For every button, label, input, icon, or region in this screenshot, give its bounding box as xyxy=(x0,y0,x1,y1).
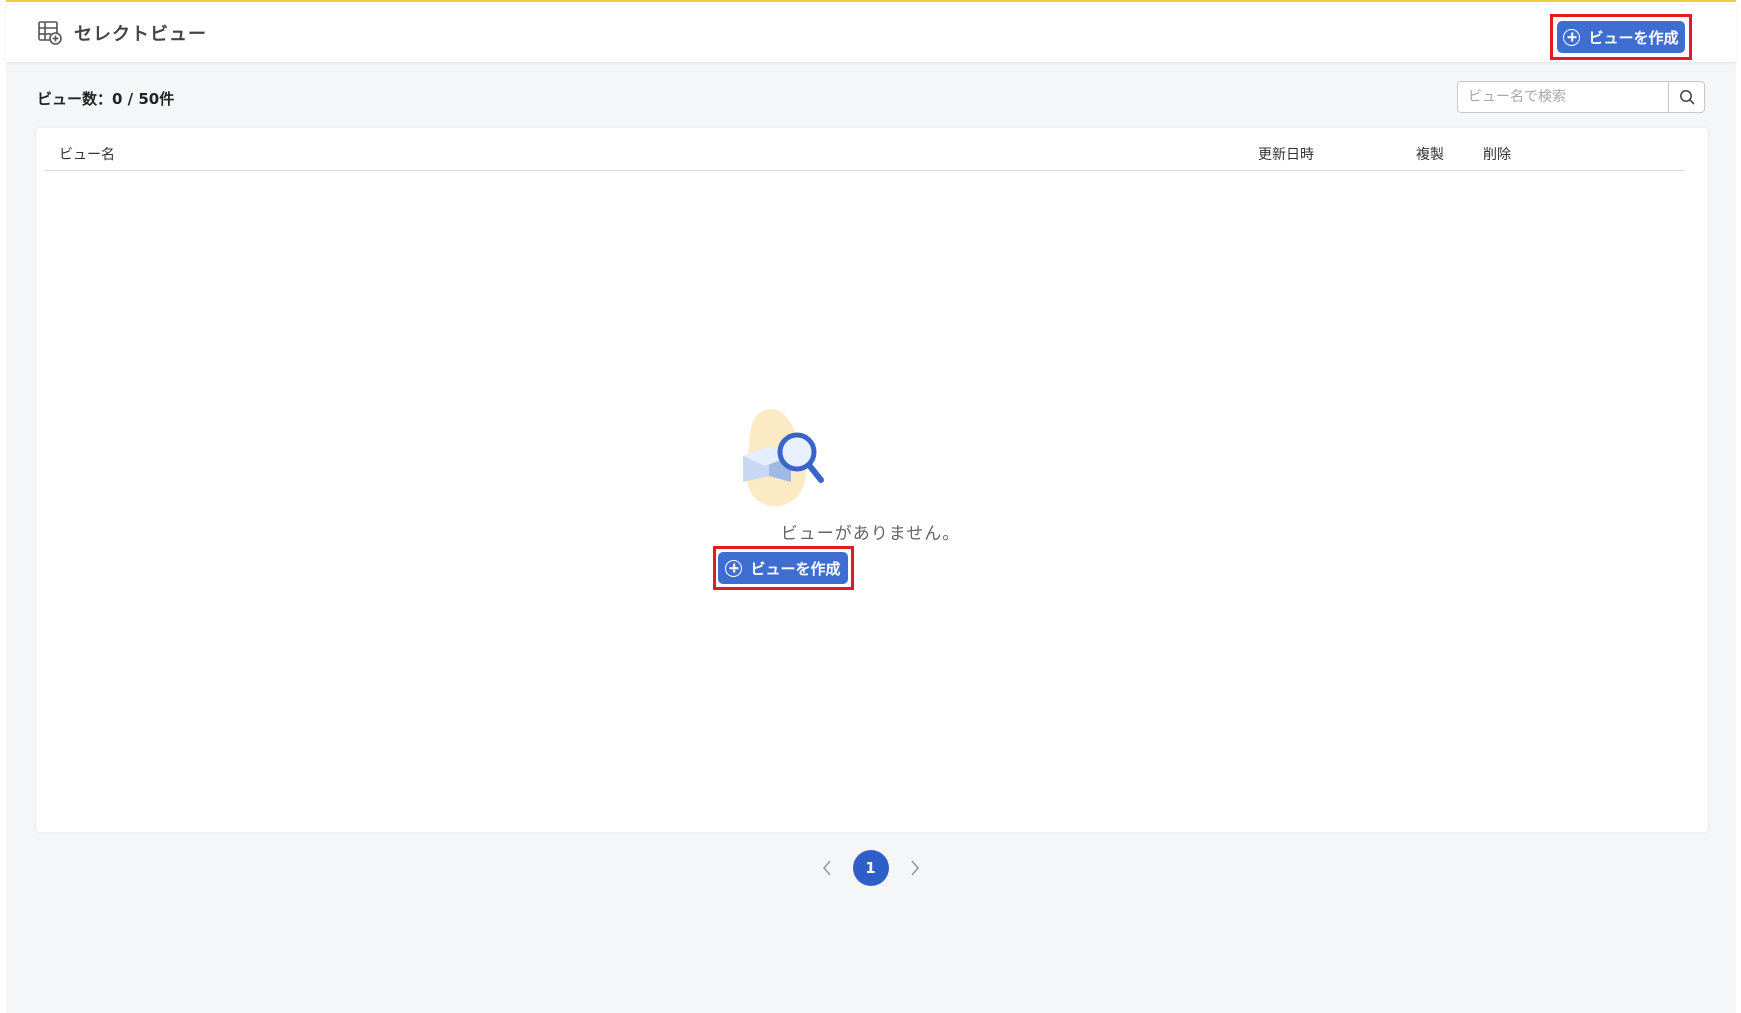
table-add-icon xyxy=(38,21,62,45)
pagination: 1 xyxy=(0,850,1741,886)
column-header-copy: 複製 xyxy=(1416,147,1444,163)
search-icon xyxy=(1679,90,1694,105)
chevron-left-icon xyxy=(822,860,831,876)
create-view-label: ビューを作成 xyxy=(750,559,841,578)
search-box xyxy=(1457,81,1705,113)
page-title: セレクトビュー xyxy=(74,24,207,45)
create-view-button-header[interactable]: ビューを作成 xyxy=(1557,21,1685,53)
view-count: ビュー数：0 / 50件 xyxy=(37,90,175,108)
column-header-delete: 削除 xyxy=(1483,147,1511,163)
column-header-updated: 更新日時 xyxy=(1258,147,1314,163)
chevron-right-icon xyxy=(910,860,919,876)
prev-page-button[interactable] xyxy=(817,858,837,878)
create-view-button-empty[interactable]: ビューを作成 xyxy=(718,552,848,584)
next-page-button[interactable] xyxy=(905,858,925,878)
plus-circle-icon xyxy=(725,559,743,577)
page-header: セレクトビュー xyxy=(6,2,1736,62)
empty-message: ビューがありません。 xyxy=(780,524,961,544)
search-input[interactable] xyxy=(1458,82,1668,112)
column-header-name: ビュー名 xyxy=(59,147,115,163)
page-number-current[interactable]: 1 xyxy=(852,850,889,886)
create-view-label: ビューを作成 xyxy=(1588,28,1679,47)
empty-box-search-icon xyxy=(743,408,824,507)
table-header: ビュー名 更新日時 複製 削除 xyxy=(45,128,1685,171)
views-table-panel: ビュー名 更新日時 複製 削除 xyxy=(36,128,1708,832)
search-button[interactable] xyxy=(1668,82,1704,112)
plus-circle-icon xyxy=(1563,28,1581,46)
